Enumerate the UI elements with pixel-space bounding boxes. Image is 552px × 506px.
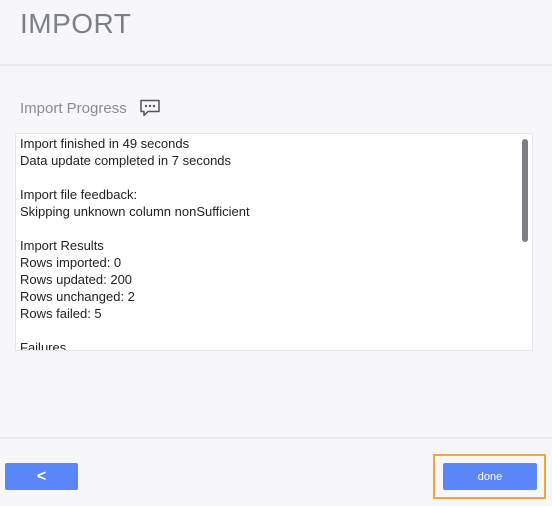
log-line: Import file feedback: <box>20 187 138 202</box>
log-line <box>20 169 515 186</box>
import-log[interactable]: Import finished in 49 seconds Data updat… <box>15 133 533 351</box>
log-line: Rows unchanged: 2 <box>20 289 135 304</box>
log-line: Data update completed in 7 seconds <box>20 153 232 168</box>
log-lines: Import finished in 49 seconds Data updat… <box>20 135 515 351</box>
comment-icon[interactable] <box>139 99 161 117</box>
log-line: Rows failed: 5 <box>20 306 102 321</box>
log-line: Skipping unknown column nonSufficient <box>20 204 250 219</box>
log-line: Import Results <box>20 238 104 253</box>
log-line: Failures <box>20 340 67 351</box>
back-button[interactable]: < <box>5 463 78 490</box>
log-line: Rows updated: 200 <box>20 272 133 287</box>
header: IMPORT <box>0 0 552 66</box>
page-title: IMPORT <box>20 8 132 39</box>
log-line: Rows imported: 0 <box>20 255 122 270</box>
done-button[interactable]: done <box>443 463 537 490</box>
section-header: Import Progress <box>20 97 161 119</box>
section-title: Import Progress <box>20 99 127 117</box>
log-line <box>20 220 515 237</box>
log-line: Import finished in 49 seconds <box>20 136 190 151</box>
log-scrollbar-thumb[interactable] <box>522 139 528 242</box>
import-dialog: IMPORT Import Progress Import finished i… <box>0 0 552 506</box>
log-scrollbar[interactable] <box>521 136 529 348</box>
footer: < done <box>0 437 552 506</box>
log-line <box>20 322 515 339</box>
